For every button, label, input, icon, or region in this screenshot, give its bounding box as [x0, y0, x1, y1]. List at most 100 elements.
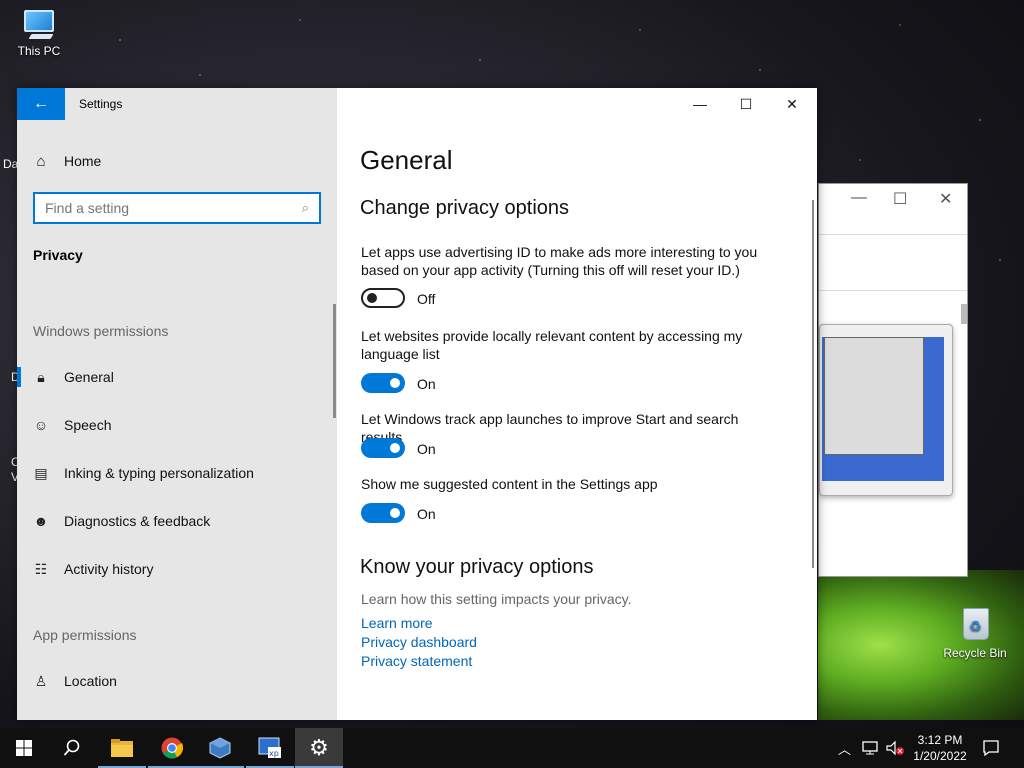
section-title: Change privacy options [360, 197, 570, 219]
page-title: General [360, 145, 453, 175]
settings-nav-pane: ← Settings ⌂ Home ⌕ Privacy Windows perm… [17, 88, 337, 720]
desktop-icon-recycle-bin[interactable]: ♻ Recycle Bin [940, 602, 1010, 660]
location-icon: ♙ [34, 672, 48, 689]
minimize-button[interactable]: — [677, 88, 723, 120]
search-icon[interactable]: ⌕ [302, 200, 309, 216]
scrollbar[interactable] [961, 304, 967, 324]
xp-app-icon: xp [258, 737, 281, 758]
toggle-state: On [417, 506, 436, 522]
toggle-state: On [417, 376, 436, 392]
main-scrollbar[interactable] [812, 200, 814, 568]
taskbar: xp ⚙ ︿ 3:12 PM 1/20/2022 [0, 728, 1024, 768]
minimize-icon: — [693, 96, 707, 112]
desktop-icon-label: This PC [17, 44, 61, 58]
settings-window: ← Settings ⌂ Home ⌕ Privacy Windows perm… [17, 88, 817, 720]
search-input[interactable] [45, 200, 302, 216]
divider [819, 290, 967, 291]
history-icon: ☷ [34, 560, 48, 577]
nav-item-label: Location [64, 673, 117, 689]
notebook-icon: ▤ [34, 464, 48, 481]
nav-home-label: Home [64, 153, 102, 169]
recycle-bin-icon: ♻ [958, 602, 992, 642]
toggle-state: Off [417, 291, 436, 307]
nav-home[interactable]: ⌂ Home [33, 150, 333, 172]
xp-app-button[interactable]: xp [246, 728, 294, 768]
nav-group-app-permissions: App permissions [33, 627, 137, 643]
app-title: Settings [79, 97, 123, 111]
settings-button[interactable]: ⚙ [295, 728, 343, 768]
volume-muted-icon [886, 740, 904, 756]
language-list-toggle[interactable] [361, 373, 405, 393]
network-status[interactable] [862, 728, 880, 768]
setting-description: Let apps use advertising ID to make ads … [361, 244, 758, 278]
nav-item-label: Diagnostics & feedback [64, 513, 211, 529]
setting-description: Let websites provide locally relevant co… [361, 328, 743, 362]
nav-item-inking-typing[interactable]: ▤ Inking & typing personalization [17, 455, 337, 491]
search-button[interactable] [48, 728, 96, 768]
desktop-icon-this-pc[interactable]: This PC [4, 10, 74, 58]
maximize-icon[interactable]: ☐ [893, 189, 907, 209]
speech-icon: ☺ [33, 417, 49, 433]
toggle-state: On [417, 441, 436, 457]
network-icon [862, 741, 878, 755]
close-button[interactable]: ✕ [769, 88, 815, 120]
nav-item-label: Inking & typing personalization [64, 465, 254, 481]
maximize-button[interactable]: ☐ [723, 88, 769, 120]
nav-item-diagnostics[interactable]: ☻ Diagnostics & feedback [17, 503, 337, 539]
nav-scrollbar[interactable] [333, 304, 336, 418]
clock-date: 1/20/2022 [913, 749, 967, 763]
svg-text:xp: xp [269, 749, 279, 758]
divider [819, 234, 967, 235]
minimize-icon[interactable]: — [851, 189, 867, 207]
file-explorer-icon [111, 739, 133, 757]
feedback-icon: ☻ [33, 513, 49, 529]
advertising-id-toggle[interactable] [361, 288, 405, 308]
nav-item-label: Activity history [64, 561, 154, 577]
settings-main-pane: — ☐ ✕ General Change privacy options Let… [337, 88, 817, 720]
virtualbox-icon [209, 737, 231, 759]
chrome-icon [161, 737, 183, 759]
maximize-icon: ☐ [739, 95, 753, 112]
close-icon: ✕ [786, 95, 798, 112]
virtualbox-button[interactable] [196, 728, 244, 768]
action-center-button[interactable] [982, 728, 1000, 768]
nav-item-label: General [64, 369, 114, 385]
computer-icon [20, 10, 58, 40]
volume-status[interactable] [886, 728, 904, 768]
app-launch-tracking-toggle[interactable] [361, 438, 405, 458]
nav-item-speech[interactable]: ☺ Speech [17, 407, 337, 443]
start-button[interactable] [0, 728, 48, 768]
clock[interactable]: 3:12 PM 1/20/2022 [910, 732, 970, 764]
privacy-statement-link[interactable]: Privacy statement [361, 653, 472, 669]
know-privacy-description: Learn how this setting impacts your priv… [361, 591, 632, 607]
wizard-thumbnail [819, 324, 953, 496]
close-icon[interactable]: ✕ [939, 189, 952, 209]
suggested-content-toggle[interactable] [361, 503, 405, 523]
nav-item-activity-history[interactable]: ☷ Activity history [17, 551, 337, 587]
windows-logo-icon [16, 740, 32, 756]
nav-item-general[interactable]: 🔒︎ General [17, 359, 337, 395]
back-button[interactable]: ← [17, 88, 65, 120]
settings-icon: ⚙ [309, 735, 329, 760]
lock-icon: 🔒︎ [37, 368, 45, 385]
background-window[interactable]: — ☐ ✕ [818, 183, 968, 577]
setting-description: Show me suggested content in the Setting… [361, 476, 658, 492]
show-hidden-icons[interactable]: ︿ [838, 728, 851, 768]
know-privacy-title: Know your privacy options [360, 556, 594, 578]
search-box: ⌕ [33, 192, 321, 224]
clock-time: 3:12 PM [917, 733, 963, 747]
back-arrow-icon: ← [33, 95, 49, 112]
chevron-up-icon: ︿ [838, 741, 852, 757]
file-explorer-button[interactable] [98, 728, 146, 768]
desktop-icon-label: Recycle Bin [943, 646, 1007, 660]
nav-section-title: Privacy [33, 247, 83, 263]
notifications-icon [983, 740, 999, 757]
background-window-titlebar: — ☐ ✕ [819, 184, 967, 214]
learn-more-link[interactable]: Learn more [361, 615, 433, 631]
nav-item-location[interactable]: ♙ Location [17, 663, 337, 699]
home-icon: ⌂ [36, 152, 46, 170]
chrome-button[interactable] [148, 728, 196, 768]
search-icon [63, 739, 80, 756]
privacy-dashboard-link[interactable]: Privacy dashboard [361, 634, 477, 650]
nav-item-label: Speech [64, 417, 112, 433]
